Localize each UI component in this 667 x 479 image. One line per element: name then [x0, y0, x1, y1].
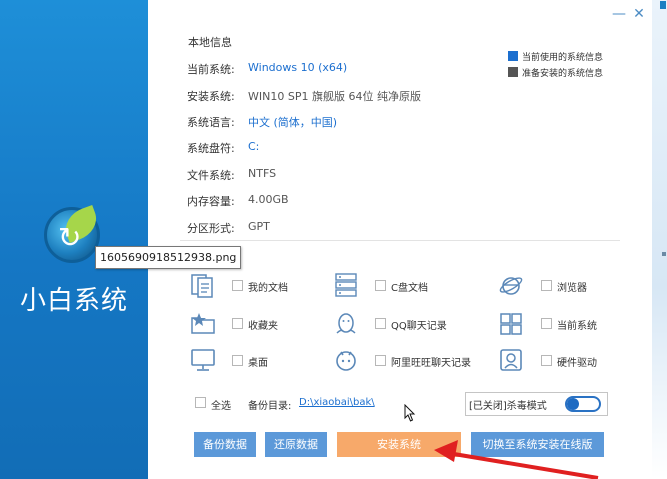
legend-current-label: 当前使用的系统信息	[522, 53, 604, 63]
option-browser-checkbox[interactable]	[541, 280, 552, 291]
close-button[interactable]: ✕	[632, 6, 646, 22]
background-window-accent	[660, 1, 666, 9]
option-current-system-checkbox[interactable]	[541, 318, 552, 329]
option-wangwang-chat-label: 阿里旺旺聊天记录	[391, 358, 471, 369]
section-divider	[180, 240, 620, 241]
antivirus-mode-label: [已关闭]杀毒模式	[469, 401, 547, 412]
system-drive-value: C:	[248, 140, 260, 153]
memory-value: 4.00GB	[248, 193, 289, 206]
antivirus-toggle-knob	[567, 398, 579, 410]
monitor-icon	[191, 349, 215, 371]
select-all-checkbox[interactable]	[195, 397, 206, 408]
document-icon	[191, 274, 213, 298]
option-favorites-checkbox[interactable]	[232, 318, 243, 329]
legend-current: 当前使用的系统信息	[508, 50, 603, 63]
system-drive-label: 系统盘符:	[187, 142, 235, 155]
option-desktop-label: 桌面	[248, 358, 268, 369]
legend-prepare: 准备安装的系统信息	[508, 66, 603, 79]
minimize-button[interactable]: —	[612, 6, 626, 22]
server-icon	[335, 273, 357, 297]
option-favorites-label: 收藏夹	[248, 321, 278, 332]
option-wangwang-chat-checkbox[interactable]	[375, 355, 386, 366]
backup-dir-label: 备份目录:	[248, 401, 292, 412]
option-c-drive-docs-checkbox[interactable]	[375, 280, 386, 291]
option-my-documents-label: 我的文档	[248, 283, 288, 294]
legend-prepare-label: 准备安装的系统信息	[522, 69, 604, 79]
partition-label: 分区形式:	[187, 222, 235, 235]
select-all-label: 全选	[211, 401, 231, 412]
driver-icon	[500, 349, 522, 371]
brand-name: 小白系统	[20, 286, 129, 316]
logo-refresh-icon: ↻	[58, 221, 82, 254]
system-language-label: 系统语言:	[187, 116, 235, 129]
memory-label: 内存容量:	[187, 195, 235, 208]
option-c-drive-docs-label: C盘文档	[391, 283, 428, 294]
option-hardware-driver-label: 硬件驱动	[557, 358, 597, 369]
option-qq-chat-checkbox[interactable]	[375, 318, 386, 329]
filename-tooltip: 1605690918512938.png	[95, 246, 241, 269]
legend-swatch-blue	[508, 51, 518, 61]
option-current-system-label: 当前系统	[557, 321, 597, 332]
option-my-documents-checkbox[interactable]	[232, 280, 243, 291]
partition-value: GPT	[248, 220, 270, 233]
favorites-folder-icon	[191, 313, 215, 334]
wangwang-icon	[336, 351, 356, 371]
option-desktop-checkbox[interactable]	[232, 355, 243, 366]
current-system-label: 当前系统:	[187, 63, 235, 76]
section-title: 本地信息	[188, 36, 232, 49]
restore-data-button[interactable]: 还原数据	[265, 432, 327, 457]
qq-icon	[336, 313, 356, 334]
backup-data-button[interactable]: 备份数据	[194, 432, 256, 457]
option-hardware-driver-checkbox[interactable]	[541, 355, 552, 366]
option-qq-chat-label: QQ聊天记录	[391, 321, 447, 332]
backup-dir-link[interactable]: D:\xiaobai\bak\	[299, 397, 375, 408]
option-browser-label: 浏览器	[557, 283, 587, 294]
mouse-cursor-icon	[404, 404, 416, 422]
system-language-value: 中文 (简体，中国)	[248, 116, 338, 129]
background-window-dot	[662, 252, 666, 256]
windows-icon	[500, 313, 522, 335]
install-system-label: 安装系统:	[187, 90, 235, 103]
file-system-label: 文件系统:	[187, 169, 235, 182]
background-window-strip	[652, 0, 667, 479]
install-system-value: WIN10 SP1 旗舰版 64位 纯净原版	[248, 90, 421, 103]
annotation-arrow-icon	[434, 440, 599, 479]
browser-icon	[499, 277, 523, 295]
file-system-value: NTFS	[248, 167, 277, 180]
legend-swatch-gray	[508, 67, 518, 77]
current-system-value: Windows 10 (x64)	[248, 61, 348, 74]
